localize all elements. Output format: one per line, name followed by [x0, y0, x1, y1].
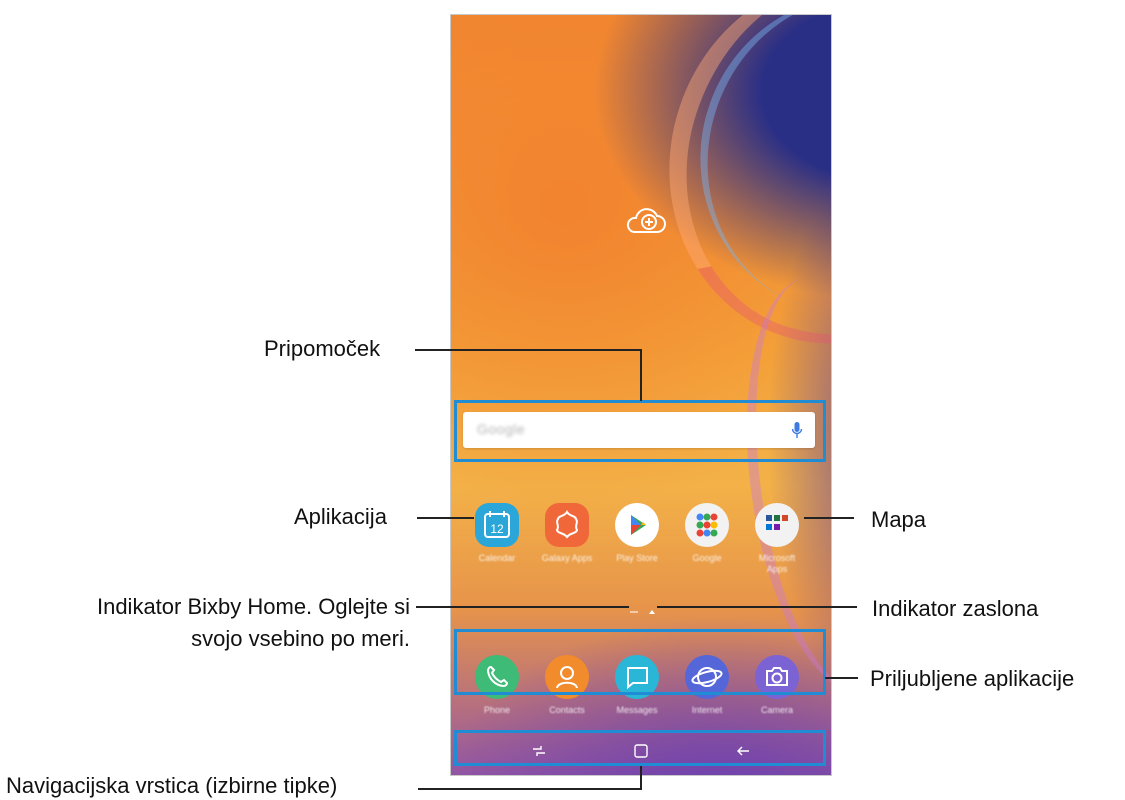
callout-line-screen-indicator — [657, 606, 857, 608]
galaxy-apps-icon — [545, 503, 589, 547]
callout-line-widget — [415, 349, 642, 351]
folder-microsoft-apps[interactable]: Microsoft Apps — [751, 503, 803, 575]
app-label: Phone — [483, 705, 511, 715]
label-navigation-bar: Navigacijska vrstica (izbirne tipke) — [6, 773, 338, 798]
callout-line-favorites — [825, 677, 858, 679]
callout-line-navbar — [418, 788, 642, 790]
label-bixby-line2: svojo vsebino po meri. — [191, 626, 410, 651]
callout-line-bixby — [416, 606, 629, 608]
favorite-apps-highlight — [454, 629, 826, 695]
app-label: Google — [692, 553, 722, 563]
app-label: Galaxy Apps — [541, 553, 593, 563]
label-app: Aplikacija — [294, 504, 387, 529]
widget-highlight — [454, 400, 826, 462]
calendar-day: 12 — [490, 522, 504, 536]
callout-line-folder — [804, 517, 854, 519]
cloud-add-icon[interactable] — [624, 205, 668, 239]
label-widget: Pripomoček — [264, 336, 381, 361]
google-folder-icon — [685, 503, 729, 547]
app-label: Camera — [760, 705, 793, 715]
app-label: Internet — [691, 705, 723, 715]
callout-line-navbar — [640, 766, 642, 790]
app-galaxy-apps[interactable]: Galaxy Apps — [541, 503, 593, 564]
play-store-icon — [615, 503, 659, 547]
navigation-bar-highlight — [454, 730, 826, 766]
home-page-indicator — [649, 610, 655, 614]
page-indicators[interactable] — [626, 607, 666, 617]
app-label: Calendar — [478, 553, 516, 563]
label-bixby-line1: Indikator Bixby Home. Oglejte si — [96, 594, 410, 619]
microsoft-folder-icon — [755, 503, 799, 547]
folder-google[interactable]: Google — [681, 503, 733, 564]
label-folder: Mapa — [871, 507, 927, 532]
app-label: Contacts — [549, 705, 585, 715]
label-screen-indicator: Indikator zaslona — [872, 596, 1039, 621]
app-label: Play Store — [616, 553, 658, 563]
app-calendar[interactable]: 12 Calendar — [471, 503, 523, 564]
callout-line-app — [417, 517, 474, 519]
calendar-icon: 12 — [475, 503, 519, 547]
callout-line-widget — [640, 349, 642, 401]
label-favorite-apps: Priljubljene aplikacije — [870, 666, 1075, 691]
app-label: Messages — [616, 705, 658, 715]
app-label: Microsoft Apps — [758, 553, 796, 574]
app-play-store[interactable]: Play Store — [611, 503, 663, 564]
